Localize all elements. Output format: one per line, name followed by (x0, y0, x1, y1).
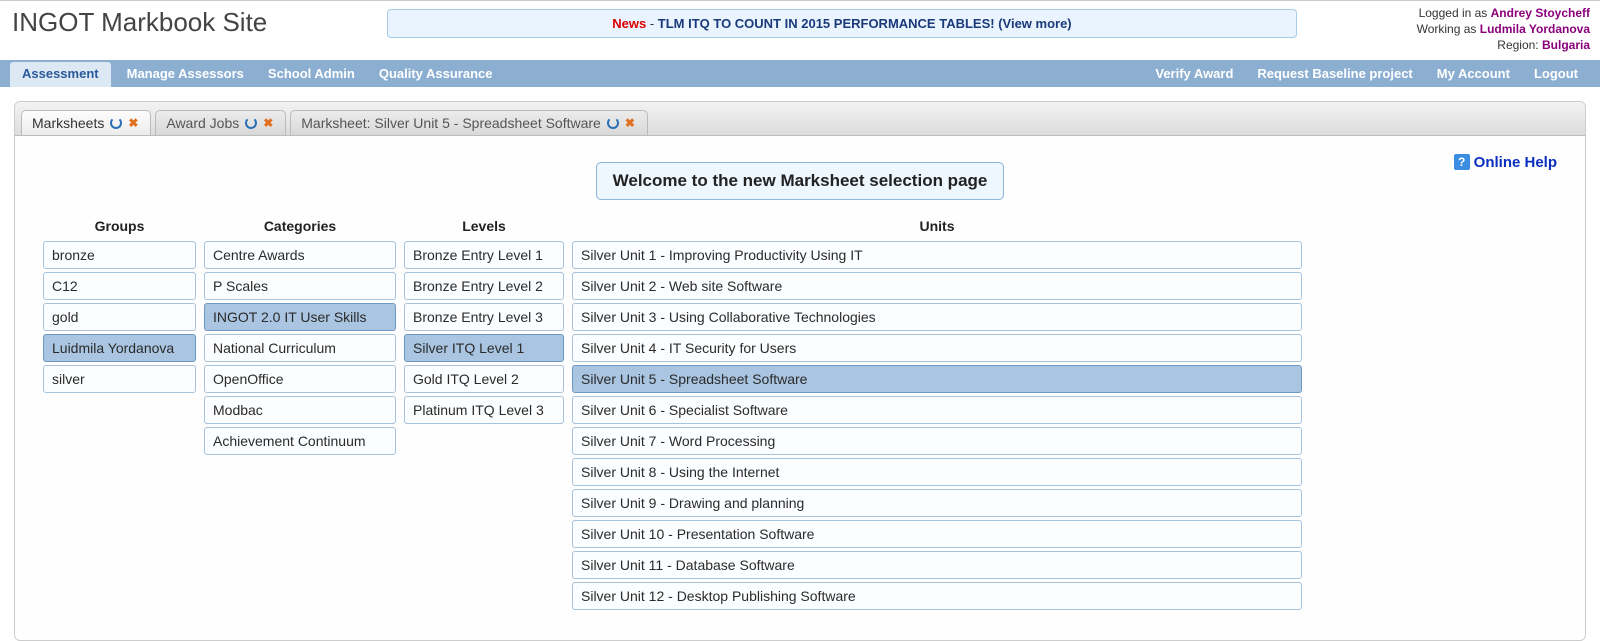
level-item[interactable]: Bronze Entry Level 2 (404, 272, 564, 300)
site-title: INGOT Markbook Site (12, 5, 267, 38)
tab-label: Marksheet: Silver Unit 5 - Spreadsheet S… (301, 115, 601, 131)
close-icon[interactable]: ✖ (128, 117, 140, 129)
welcome-message: Welcome to the new Marksheet selection p… (596, 162, 1005, 200)
group-item[interactable]: C12 (43, 272, 196, 300)
category-item[interactable]: P Scales (204, 272, 396, 300)
nav-item-school-admin[interactable]: School Admin (256, 60, 367, 87)
unit-item[interactable]: Silver Unit 11 - Database Software (572, 551, 1302, 579)
nav-item-quality-assurance[interactable]: Quality Assurance (367, 60, 505, 87)
working-as-user[interactable]: Ludmila Yordanova (1480, 22, 1590, 36)
logged-in-label: Logged in as (1419, 6, 1491, 20)
units-header: Units (572, 218, 1302, 238)
unit-item[interactable]: Silver Unit 6 - Specialist Software (572, 396, 1302, 424)
unit-item[interactable]: Silver Unit 7 - Word Processing (572, 427, 1302, 455)
topbar: INGOT Markbook Site News - TLM ITQ TO CO… (0, 0, 1600, 54)
categories-header: Categories (204, 218, 396, 238)
news-banner[interactable]: News - TLM ITQ TO COUNT IN 2015 PERFORMA… (387, 9, 1296, 38)
level-item[interactable]: Platinum ITQ Level 3 (404, 396, 564, 424)
category-item[interactable]: Modbac (204, 396, 396, 424)
logged-in-user[interactable]: Andrey Stoycheff (1491, 6, 1590, 20)
nav-item-request-baseline-project[interactable]: Request Baseline project (1245, 60, 1424, 87)
unit-item[interactable]: Silver Unit 3 - Using Collaborative Tech… (572, 303, 1302, 331)
group-item[interactable]: bronze (43, 241, 196, 269)
group-item[interactable]: Luidmila Yordanova (43, 334, 196, 362)
online-help-label: Online Help (1474, 154, 1557, 171)
page-body: ? Online Help Welcome to the new Markshe… (15, 136, 1585, 620)
refresh-icon[interactable] (607, 117, 619, 129)
nav-left: AssessmentManage AssessorsSchool AdminQu… (10, 60, 505, 87)
user-info: Logged in as Andrey Stoycheff Working as… (1417, 5, 1590, 54)
tab-award-jobs[interactable]: Award Jobs ✖ (155, 110, 286, 135)
news-label: News (612, 16, 646, 31)
working-as-label: Working as (1417, 22, 1480, 36)
selection-columns: Groups bronze C12 gold Luidmila Yordanova si… (43, 218, 1557, 610)
nav-item-verify-award[interactable]: Verify Award (1143, 60, 1245, 87)
unit-item[interactable]: Silver Unit 1 - Improving Productivity U… (572, 241, 1302, 269)
unit-item[interactable]: Silver Unit 5 - Spreadsheet Software (572, 365, 1302, 393)
category-item[interactable]: National Curriculum (204, 334, 396, 362)
category-item[interactable]: Achievement Continuum (204, 427, 396, 455)
level-item[interactable]: Bronze Entry Level 1 (404, 241, 564, 269)
nav-item-my-account[interactable]: My Account (1425, 60, 1522, 87)
category-item[interactable]: OpenOffice (204, 365, 396, 393)
unit-item[interactable]: Silver Unit 4 - IT Security for Users (572, 334, 1302, 362)
content-frame: Marksheets ✖ Award Jobs ✖ Marksheet: Silver … (14, 101, 1586, 641)
tab-label: Marksheets (32, 115, 104, 131)
group-item[interactable]: gold (43, 303, 196, 331)
nav-item-manage-assessors[interactable]: Manage Assessors (115, 60, 256, 87)
column-units: Units Silver Unit 1 - Improving Producti… (572, 218, 1302, 610)
unit-item[interactable]: Silver Unit 2 - Web site Software (572, 272, 1302, 300)
unit-item[interactable]: Silver Unit 12 - Desktop Publishing Soft… (572, 582, 1302, 610)
column-groups: Groups bronze C12 gold Luidmila Yordanova si… (43, 218, 196, 610)
close-icon[interactable]: ✖ (625, 117, 637, 129)
column-categories: Categories Centre Awards P Scales INGOT 2.… (204, 218, 396, 610)
region-value[interactable]: Bulgaria (1542, 38, 1590, 52)
levels-header: Levels (404, 218, 564, 238)
nav-right: Verify AwardRequest Baseline projectMy A… (1143, 60, 1590, 87)
level-item[interactable]: Bronze Entry Level 3 (404, 303, 564, 331)
level-item[interactable]: Silver ITQ Level 1 (404, 334, 564, 362)
category-item[interactable]: INGOT 2.0 IT User Skills (204, 303, 396, 331)
group-item[interactable]: silver (43, 365, 196, 393)
nav-item-assessment[interactable]: Assessment (10, 62, 111, 87)
nav-item-logout[interactable]: Logout (1522, 60, 1590, 87)
main-nav: AssessmentManage AssessorsSchool AdminQu… (0, 60, 1600, 87)
close-icon[interactable]: ✖ (263, 117, 275, 129)
tab-label: Award Jobs (166, 115, 239, 131)
news-text: TLM ITQ TO COUNT IN 2015 PERFORMANCE TAB… (658, 16, 1072, 31)
unit-item[interactable]: Silver Unit 8 - Using the Internet (572, 458, 1302, 486)
region-label: Region: (1497, 38, 1542, 52)
groups-header: Groups (43, 218, 196, 238)
tab-marksheets[interactable]: Marksheets ✖ (21, 110, 151, 135)
column-levels: Levels Bronze Entry Level 1 Bronze Entry … (404, 218, 564, 610)
help-icon: ? (1454, 154, 1470, 170)
tab-marksheet-silver-unit-5-spreadsheet-soft[interactable]: Marksheet: Silver Unit 5 - Spreadsheet S… (290, 110, 648, 135)
refresh-icon[interactable] (245, 117, 257, 129)
refresh-icon[interactable] (110, 117, 122, 129)
level-item[interactable]: Gold ITQ Level 2 (404, 365, 564, 393)
category-item[interactable]: Centre Awards (204, 241, 396, 269)
tabstrip: Marksheets ✖ Award Jobs ✖ Marksheet: Silver … (15, 102, 1585, 136)
news-sep: - (646, 16, 658, 31)
unit-item[interactable]: Silver Unit 9 - Drawing and planning (572, 489, 1302, 517)
unit-item[interactable]: Silver Unit 10 - Presentation Software (572, 520, 1302, 548)
online-help-link[interactable]: ? Online Help (1454, 154, 1557, 171)
